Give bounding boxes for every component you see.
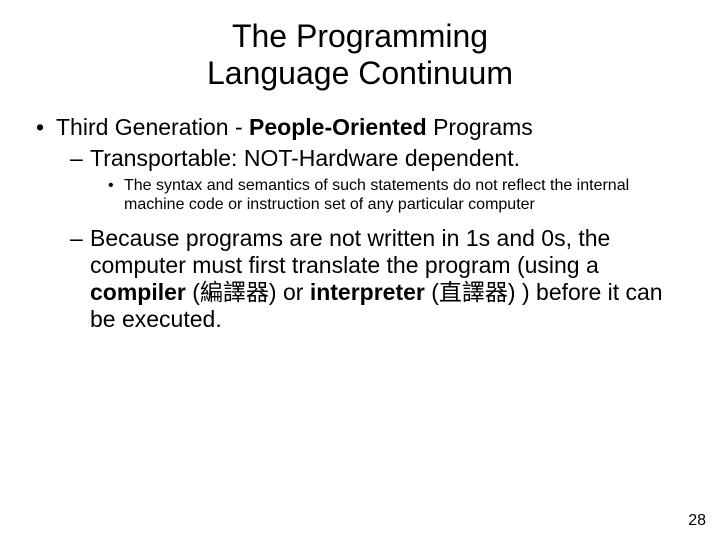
bullet1-pre: Third Generation - xyxy=(56,114,249,140)
bullet4-part-b: (編譯器) or xyxy=(186,279,310,305)
bullet-level1: Third Generation - People-Oriented Progr… xyxy=(30,114,690,141)
bullet1-post: Programs xyxy=(427,114,533,140)
title-line-1: The Programming xyxy=(232,18,488,54)
bullet4-part-a: Because programs are not written in 1s a… xyxy=(90,225,610,278)
bullet2-text: Transportable: NOT-Hardware dependent. xyxy=(90,145,520,171)
bullet-level2-translate: Because programs are not written in 1s a… xyxy=(30,225,690,334)
bullet4-compiler: compiler xyxy=(90,279,186,305)
bullet3-text: The syntax and semantics of such stateme… xyxy=(124,177,629,214)
slide-body: Third Generation - People-Oriented Progr… xyxy=(0,92,720,334)
title-line-2: Language Continuum xyxy=(207,55,513,91)
bullet1-bold: People-Oriented xyxy=(249,114,427,140)
bullet-level3-syntax: The syntax and semantics of such stateme… xyxy=(30,176,690,215)
bullet-level2-transportable: Transportable: NOT-Hardware dependent. xyxy=(30,145,690,172)
page-number: 28 xyxy=(688,512,706,530)
slide-title: The Programming Language Continuum xyxy=(0,0,720,92)
slide: The Programming Language Continuum Third… xyxy=(0,0,720,540)
bullet4-interpreter: interpreter xyxy=(310,279,425,305)
